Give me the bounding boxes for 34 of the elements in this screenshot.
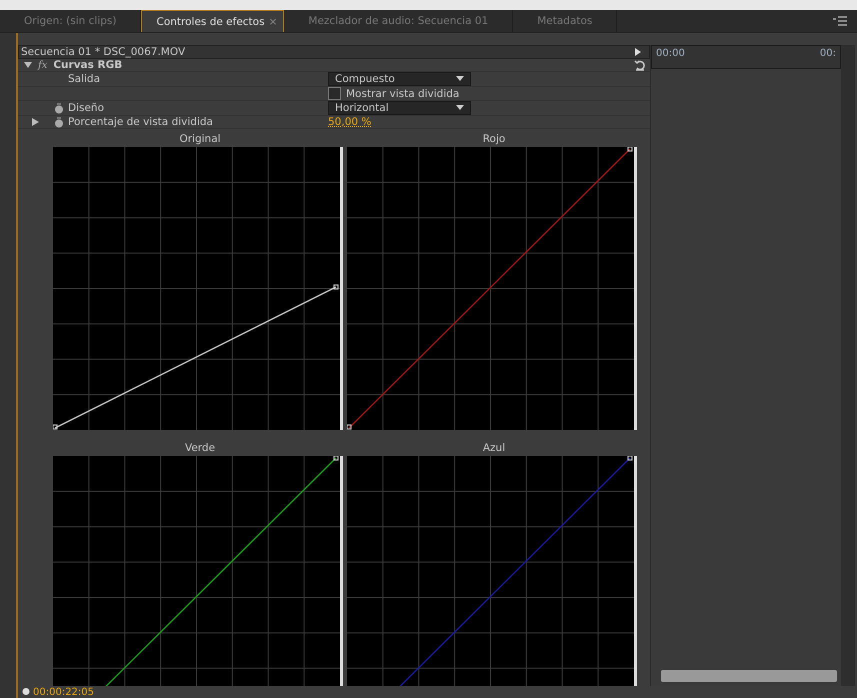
panel-tab[interactable]: Mezclador de audio: Secuencia 01 bbox=[284, 10, 514, 32]
property-label: Salida bbox=[68, 73, 100, 85]
checkbox[interactable] bbox=[328, 87, 341, 100]
fx-label: fx bbox=[38, 60, 48, 70]
stopwatch-icon[interactable] bbox=[54, 102, 64, 114]
close-icon[interactable]: × bbox=[268, 16, 278, 28]
stopwatch-icon[interactable] bbox=[54, 116, 64, 128]
marker-icon[interactable] bbox=[22, 688, 30, 696]
expand-icon[interactable] bbox=[32, 118, 39, 126]
panel-menu-icon[interactable] bbox=[833, 16, 847, 26]
property-label: Diseño bbox=[68, 102, 104, 114]
property-label: Porcentaje de vista dividida bbox=[68, 116, 213, 128]
panel-tab[interactable]: Metadatos bbox=[513, 10, 618, 32]
curve-title: Verde bbox=[184, 441, 216, 456]
dropdown[interactable]: Compuesto bbox=[328, 72, 471, 86]
play-icon[interactable] bbox=[635, 48, 641, 56]
value-field[interactable]: 50,00 % bbox=[328, 116, 372, 128]
time-label: 00:00 bbox=[656, 48, 685, 61]
checkbox-label: Mostrar vista dividida bbox=[346, 88, 460, 100]
clip-title: Secuencia 01 * DSC_0067.MOV bbox=[21, 46, 186, 58]
effect-name: Curvas RGB bbox=[53, 59, 122, 71]
caret-icon bbox=[456, 76, 464, 82]
caret-icon bbox=[456, 105, 464, 111]
time-label: 00: bbox=[820, 48, 836, 61]
curve-title: Original bbox=[178, 132, 222, 147]
collapse-icon[interactable] bbox=[24, 61, 32, 69]
panel-tab[interactable]: Controles de efectos × bbox=[141, 10, 284, 32]
dropdown[interactable]: Horizontal bbox=[328, 101, 471, 115]
horizontal-scrollbar[interactable] bbox=[661, 670, 837, 682]
curve-title: Azul bbox=[482, 441, 506, 456]
reset-icon[interactable] bbox=[634, 59, 646, 71]
curve-title: Rojo bbox=[482, 132, 506, 147]
time-ruler[interactable]: 00:00 00: bbox=[651, 45, 841, 69]
timecode[interactable]: 00:00:22:05 bbox=[33, 686, 94, 698]
